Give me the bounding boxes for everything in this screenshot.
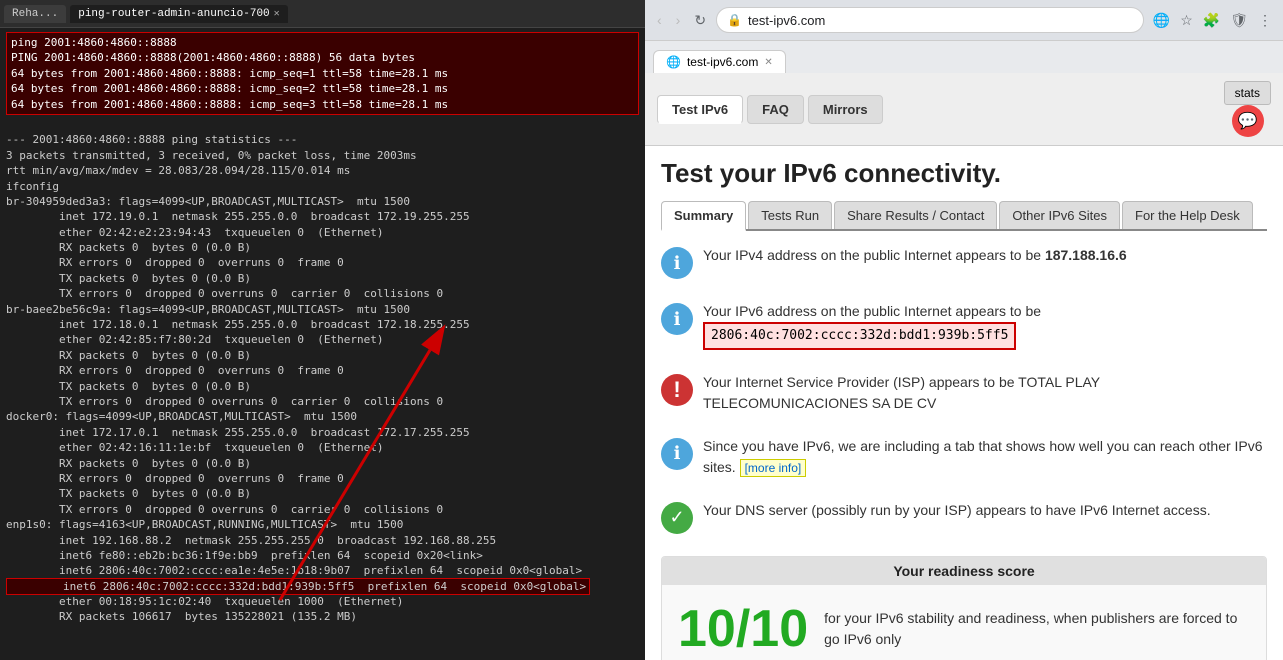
tab-close-icon[interactable]: ✕ [764, 57, 772, 68]
score-desc: for your IPv6 stability and readiness, w… [824, 608, 1250, 650]
result-dns: ✓ Your DNS server (possibly run by your … [661, 500, 1267, 542]
warning-icon: ! [661, 374, 693, 406]
back-button[interactable]: ‹ [653, 10, 666, 30]
readiness-body: 10/10 for your IPv6 stability and readin… [662, 585, 1266, 660]
tab-help-desk[interactable]: For the Help Desk [1122, 201, 1253, 229]
page-title: Test your IPv6 connectivity. [661, 158, 1267, 189]
info-icon-1: ℹ [661, 247, 693, 279]
result-ipv6-tab-text: Since you have IPv6, we are including a … [703, 436, 1267, 478]
result-isp: ! Your Internet Service Provider (ISP) a… [661, 372, 1267, 422]
terminal-panel: Reha... ping-router-admin-anuncio-700 ✕ … [0, 0, 645, 660]
ipv6-address-highlight: 2806:40c:7002:cccc:332d:bdd1:939b:5ff5 [703, 322, 1016, 350]
page-content[interactable]: Test IPv6 FAQ Mirrors stats 💬 Test your … [645, 73, 1283, 660]
close-icon[interactable]: ✕ [274, 8, 280, 20]
browser-tab-active[interactable]: 🌐 test-ipv6.com ✕ [653, 50, 786, 73]
terminal-tab-1[interactable]: Reha... [4, 5, 66, 23]
more-info-link[interactable]: [more info] [740, 459, 807, 477]
tab-tests-run[interactable]: Tests Run [748, 201, 832, 229]
terminal-ping-line: ping 2001:4860:4860::8888 PING 2001:4860… [6, 32, 639, 115]
browser-tabs-bar: 🌐 test-ipv6.com ✕ [645, 41, 1283, 73]
forward-button[interactable]: › [672, 10, 685, 30]
result-dns-text: Your DNS server (possibly run by your IS… [703, 500, 1211, 521]
terminal-tabs: Reha... ping-router-admin-anuncio-700 ✕ [0, 0, 645, 28]
translate-icon[interactable]: 🌐 [1150, 9, 1173, 32]
result-ipv6-text: Your IPv6 address on the public Internet… [703, 301, 1041, 350]
tab-other-ipv6[interactable]: Other IPv6 Sites [999, 201, 1120, 229]
terminal-content[interactable]: ping 2001:4860:4860::8888 PING 2001:4860… [0, 28, 645, 660]
score-value: 10/10 [678, 599, 808, 659]
browser-toolbar-icons: 🌐 ☆ 🧩 🛡 ⋮ [1150, 9, 1275, 32]
terminal-tab-2-label: ping-router-admin-anuncio-700 [78, 8, 269, 20]
lock-icon: 🔒 [727, 13, 742, 27]
menu-icon[interactable]: ⋮ [1255, 9, 1275, 32]
tab-summary[interactable]: Summary [661, 201, 746, 231]
result-ipv4: ℹ Your IPv4 address on the public Intern… [661, 245, 1267, 287]
content-tabs: Summary Tests Run Share Results / Contac… [661, 201, 1267, 231]
result-ipv4-text: Your IPv4 address on the public Internet… [703, 245, 1127, 266]
result-ipv6: ℹ Your IPv6 address on the public Intern… [661, 301, 1267, 358]
nav-mirrors[interactable]: Mirrors [808, 95, 883, 124]
readiness-header: Your readiness score [662, 557, 1266, 585]
terminal-tab-2[interactable]: ping-router-admin-anuncio-700 ✕ [70, 5, 287, 23]
address-bar[interactable]: 🔒 test-ipv6.com [716, 7, 1144, 33]
inet6-highlighted-line: inet6 2806:40c:7002:cccc:332d:bdd1:939b:… [6, 578, 590, 595]
extensions-icon[interactable]: 🧩 [1200, 9, 1223, 32]
site-nav-right: stats 💬 [1224, 81, 1271, 137]
browser-nav: ‹ › ↻ 🔒 test-ipv6.com 🌐 ☆ 🧩 🛡 ⋮ [653, 4, 1275, 36]
browser-tab-label: test-ipv6.com [687, 55, 758, 69]
favicon-icon: 🌐 [666, 55, 681, 69]
success-icon: ✓ [661, 502, 693, 534]
bookmark-icon[interactable]: ☆ [1177, 9, 1196, 32]
result-isp-text: Your Internet Service Provider (ISP) app… [703, 372, 1267, 414]
page-main: Test your IPv6 connectivity. Summary Tes… [645, 146, 1283, 660]
terminal-tab-1-label: Reha... [12, 8, 58, 20]
url-text: test-ipv6.com [748, 13, 825, 28]
tab-share-results[interactable]: Share Results / Contact [834, 201, 997, 229]
result-ipv6-tab: ℹ Since you have IPv6, we are including … [661, 436, 1267, 486]
browser-panel: ‹ › ↻ 🔒 test-ipv6.com 🌐 ☆ 🧩 🛡 ⋮ 🌐 test-i… [645, 0, 1283, 660]
refresh-button[interactable]: ↻ [690, 10, 710, 31]
info-icon-2: ℹ [661, 303, 693, 335]
nav-test-ipv6[interactable]: Test IPv6 [657, 95, 743, 124]
shield-icon[interactable]: 🛡 [1227, 9, 1251, 32]
site-nav: Test IPv6 FAQ Mirrors stats 💬 [645, 73, 1283, 146]
readiness-section: Your readiness score 10/10 for your IPv6… [661, 556, 1267, 660]
info-icon-3: ℹ [661, 438, 693, 470]
browser-chrome: ‹ › ↻ 🔒 test-ipv6.com 🌐 ☆ 🧩 🛡 ⋮ [645, 0, 1283, 41]
chat-icon[interactable]: 💬 [1232, 105, 1264, 137]
stats-button[interactable]: stats [1224, 81, 1271, 105]
nav-faq[interactable]: FAQ [747, 95, 804, 124]
